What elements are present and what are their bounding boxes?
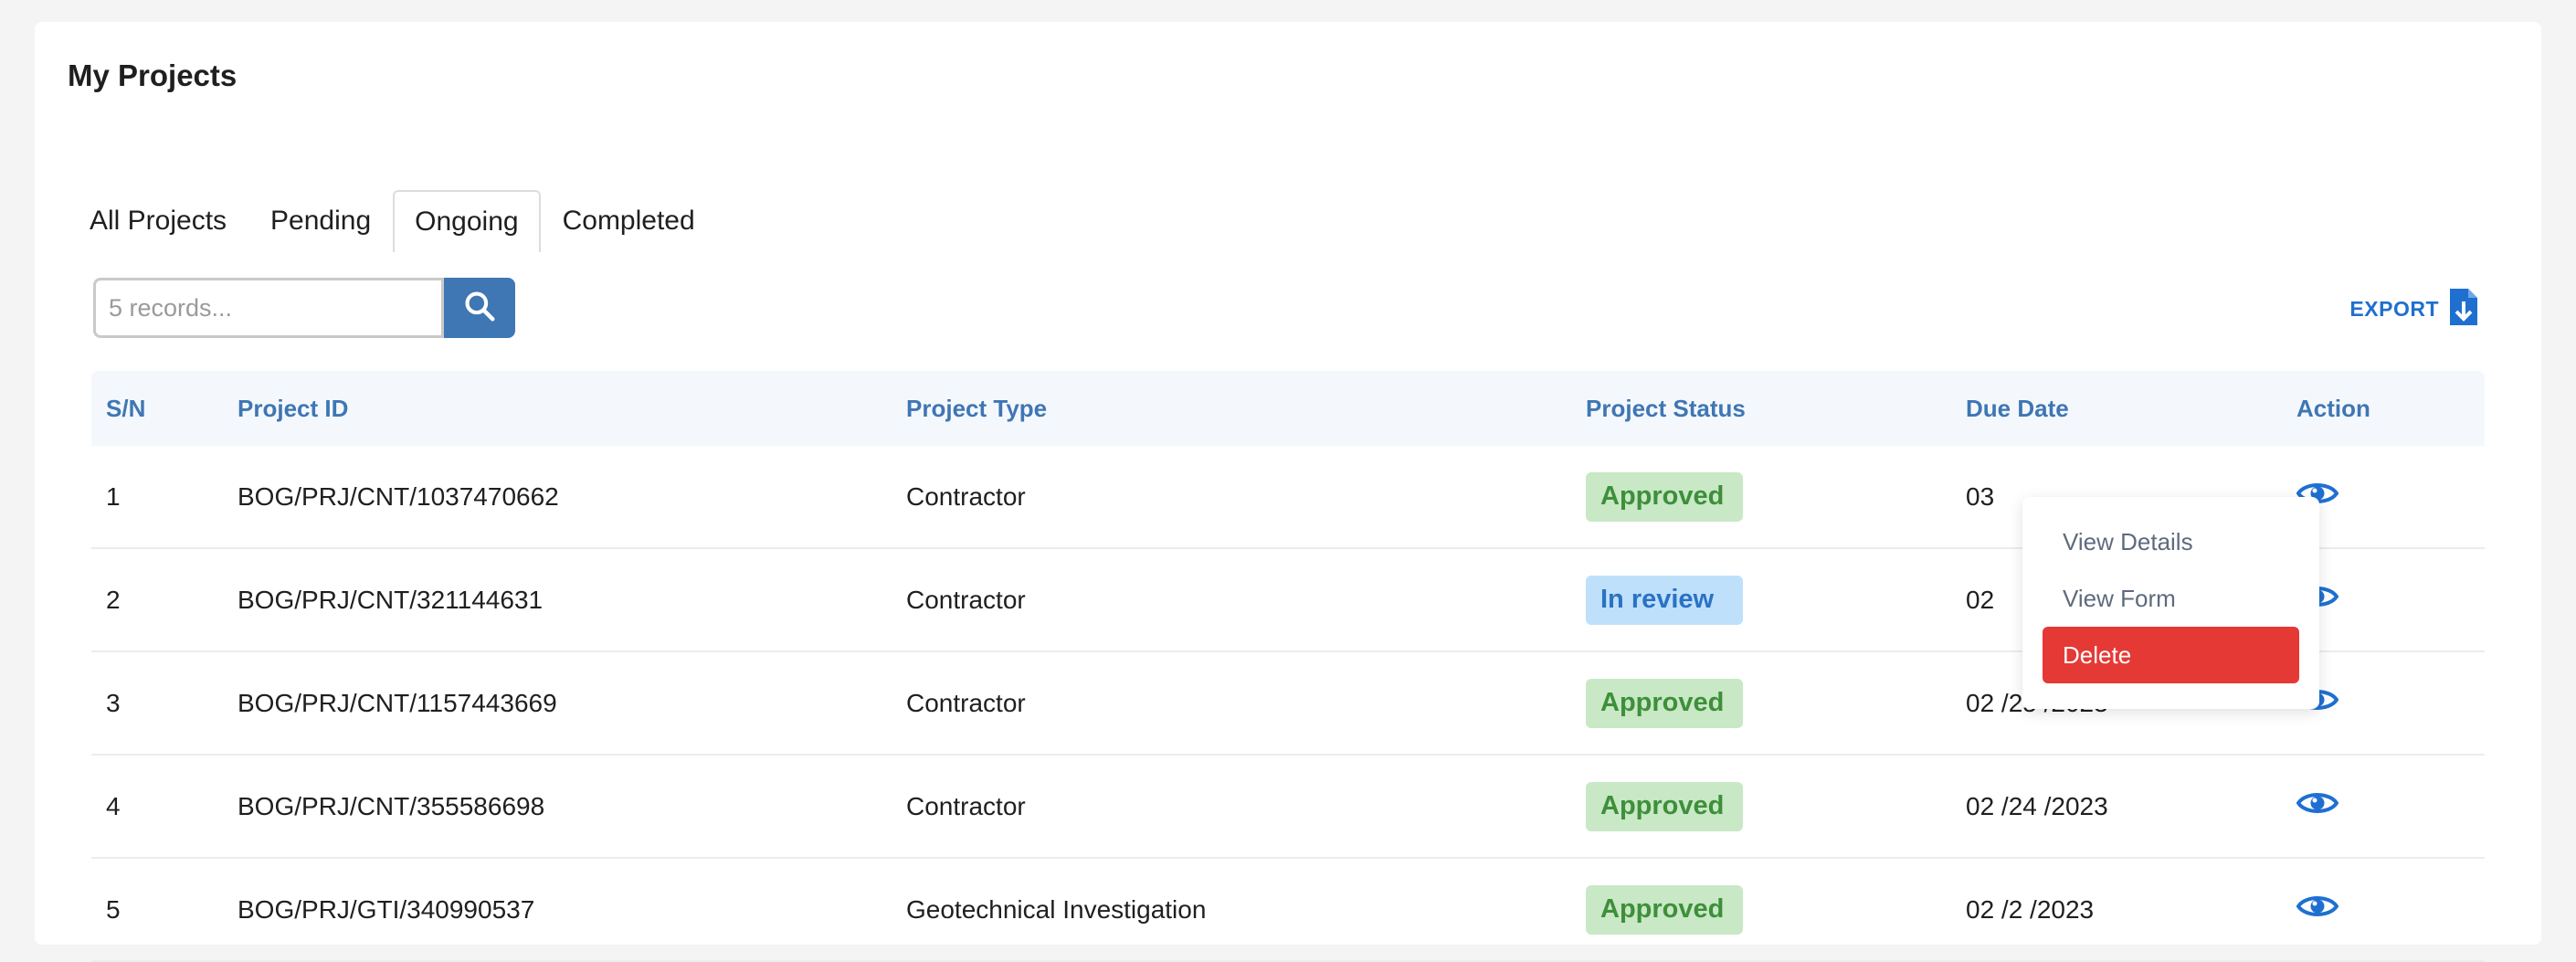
cell-project-id: BOG/PRJ/CNT/355586698 — [238, 791, 545, 820]
status-badge: Approved — [1586, 471, 1743, 522]
cell-status: Approved — [1586, 471, 1743, 522]
menu-item-view-form[interactable]: View Form — [2043, 570, 2299, 627]
menu-item-delete[interactable]: Delete — [2043, 627, 2299, 683]
cell-sn: 3 — [106, 688, 121, 717]
cell-due-date: 03 — [1966, 481, 1995, 511]
file-download-icon — [2448, 287, 2479, 332]
cell-sn: 1 — [106, 481, 121, 511]
menu-item-view-details[interactable]: View Details — [2043, 513, 2299, 570]
table-header: S/N Project ID Project Type Project Stat… — [91, 371, 2485, 446]
cell-project-type: Contractor — [906, 481, 1026, 511]
header-project-type: Project Type — [906, 394, 1048, 422]
cell-project-type: Contractor — [906, 688, 1026, 717]
cell-due-date: 02 — [1966, 585, 1995, 614]
tab-ongoing[interactable]: Ongoing — [393, 190, 541, 252]
cell-due-date: 02 /2 /2023 — [1966, 894, 2095, 924]
eye-icon[interactable] — [2296, 788, 2338, 818]
search-button[interactable] — [444, 278, 515, 338]
header-due-date: Due Date — [1966, 394, 2069, 422]
header-action: Action — [2296, 394, 2370, 422]
tab-all-projects[interactable]: All Projects — [68, 190, 248, 250]
cell-status: Approved — [1586, 781, 1743, 831]
search-input[interactable] — [93, 278, 444, 338]
export-button[interactable]: EXPORT — [2349, 287, 2479, 332]
header-project-status: Project Status — [1586, 394, 1746, 422]
cell-status: Approved — [1586, 884, 1743, 935]
cell-project-id: BOG/PRJ/GTI/340990537 — [238, 894, 535, 924]
export-label: EXPORT — [2349, 297, 2439, 321]
cell-action — [2296, 788, 2338, 824]
cell-project-type: Contractor — [906, 585, 1026, 614]
cell-project-id: BOG/PRJ/CNT/321144631 — [238, 585, 544, 614]
cell-status: Approved — [1586, 678, 1743, 728]
page-title: My Projects — [68, 58, 238, 92]
status-badge: In review — [1586, 575, 1743, 625]
search-bar — [93, 278, 515, 338]
cell-sn: 4 — [106, 791, 121, 820]
status-badge: Approved — [1586, 781, 1743, 831]
tab-pending[interactable]: Pending — [248, 190, 393, 250]
eye-icon[interactable] — [2296, 892, 2338, 921]
cell-status: In review — [1586, 575, 1743, 625]
cell-project-type: Geotechnical Investigation — [906, 894, 1207, 924]
cell-due-date: 02 /24 /2023 — [1966, 791, 2108, 820]
search-icon — [462, 289, 497, 328]
project-tabs: All Projects Pending Ongoing Completed — [68, 168, 717, 252]
cell-action — [2296, 892, 2338, 927]
table-row: 4 BOG/PRJ/CNT/355586698 Contractor Appro… — [91, 756, 2485, 859]
cell-project-type: Contractor — [906, 791, 1026, 820]
cell-project-id: BOG/PRJ/CNT/1157443669 — [238, 688, 557, 717]
cell-sn: 2 — [106, 585, 121, 614]
cell-project-id: BOG/PRJ/CNT/1037470662 — [238, 481, 559, 511]
cell-sn: 5 — [106, 894, 121, 924]
tab-completed[interactable]: Completed — [541, 190, 717, 250]
header-sn: S/N — [106, 394, 146, 422]
status-badge: Approved — [1586, 678, 1743, 728]
table-row: 5 BOG/PRJ/GTI/340990537 Geotechnical Inv… — [91, 859, 2485, 962]
action-dropdown-menu: View Details View Form Delete — [2022, 497, 2319, 709]
header-project-id: Project ID — [238, 394, 349, 422]
status-badge: Approved — [1586, 884, 1743, 935]
projects-card: My Projects All Projects Pending Ongoing… — [35, 22, 2541, 962]
